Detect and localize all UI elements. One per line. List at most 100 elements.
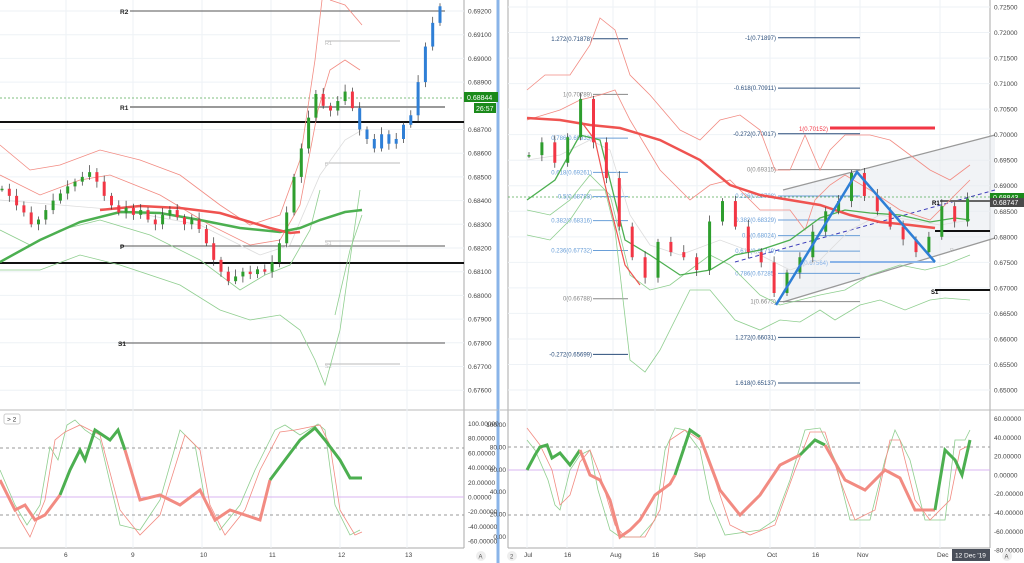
candle-body (197, 219, 201, 230)
right-x-tick: 16 (812, 552, 820, 559)
right-osc-left-tick: 80.00 (490, 444, 507, 451)
candle-body (540, 142, 544, 156)
fib-a-label: 0(0.66788) (563, 297, 592, 303)
candle-body (630, 226, 634, 258)
right-x-tick: Jul (524, 552, 533, 559)
left-x-tick: 12 (338, 552, 346, 559)
right-y-tick: 0.65000 (994, 388, 1018, 395)
right-auto-scale-label: A (1005, 555, 1009, 561)
candle-body (527, 155, 531, 157)
candle-body (110, 195, 113, 206)
candle-body (438, 6, 442, 23)
right-osc-left-tick: 40.00 (490, 489, 507, 496)
candle-body (80, 176, 84, 182)
candle-body (248, 271, 252, 275)
right-osc-tick: -60.00000 (994, 529, 1024, 536)
candle-body (139, 210, 143, 215)
candle-body (204, 229, 208, 244)
right-y-tick: 0.71000 (994, 81, 1018, 88)
right-osc-left-tick: 0.00 (493, 534, 506, 541)
left-y-tick: 0.68000 (468, 293, 492, 300)
candle-body (88, 172, 92, 177)
right-y-tick: 0.72500 (994, 5, 1018, 12)
right-osc-tick: -40.00000 (994, 510, 1024, 517)
fib-b-label: 1.272(0.66031) (735, 335, 776, 341)
candle-body (44, 210, 48, 220)
candle-body (336, 101, 340, 111)
left-osc-tick: 60.00000 (468, 450, 495, 457)
candle-body (372, 138, 376, 149)
candle-body (0, 188, 4, 191)
candle-body (566, 137, 570, 163)
candle-body (682, 252, 686, 258)
candle-body (579, 98, 583, 138)
candle-body (901, 226, 905, 240)
candle-body (219, 259, 223, 272)
candle-body (299, 148, 303, 177)
left-osc-tick: 80.00000 (468, 436, 495, 443)
fib-a-label: 0.236(0.67732) (551, 249, 592, 255)
right-osc-tick: 0.00000 (994, 472, 1018, 479)
candle-body (358, 108, 362, 130)
fib-c-label-1: 1(0.70152) (799, 127, 828, 133)
candle-body (146, 210, 150, 220)
candle-body (292, 176, 296, 213)
candle-body (329, 105, 332, 111)
candle-body (131, 207, 135, 215)
candle-body (7, 188, 11, 196)
right-osc-left-tick: 100.00 (486, 422, 506, 429)
candle-body (153, 219, 157, 225)
candle-body (409, 115, 413, 125)
candle-body (102, 181, 106, 196)
right-y-tick: 0.67500 (994, 260, 1018, 267)
label-r2: R2 (120, 9, 129, 16)
left-x-tick: 13 (405, 552, 413, 559)
left-y-tick: 0.67700 (468, 364, 492, 371)
left-panel (0, 0, 498, 563)
fib-b-label: 1(0.6673) (750, 300, 776, 306)
right-osc-tick: -20.00000 (994, 491, 1024, 498)
candle-body (124, 207, 128, 213)
collapse-indicator-label: > 2 (7, 417, 17, 424)
candle-body (402, 124, 405, 139)
fib-a-label: 1(0.70789) (563, 92, 592, 98)
candle-body (270, 262, 274, 272)
left-osc-tick: 20.00000 (468, 480, 495, 487)
label-p: P (120, 244, 125, 251)
candle-body (256, 269, 259, 275)
candle-body (321, 93, 325, 106)
right-x-tick: Dec (937, 552, 949, 559)
candle-body (183, 217, 186, 225)
candle-body (226, 271, 230, 282)
fib-b-label: -0.618(0.70911) (734, 86, 776, 92)
candle-body (656, 241, 660, 278)
right-x-tick: 16 (564, 552, 572, 559)
right-osc-tick: 20.00000 (994, 454, 1021, 461)
candle-body (365, 129, 369, 139)
candle-body (380, 134, 384, 149)
candle-body (22, 205, 26, 213)
right-oscillator (508, 427, 990, 540)
left-auto-scale-label: A (479, 555, 483, 561)
right-y-tick: 0.66500 (994, 311, 1018, 318)
left-y-tick: 0.69000 (468, 56, 492, 63)
candle-body (953, 206, 957, 222)
candle-body (416, 82, 420, 116)
candle-body (617, 178, 621, 227)
left-y-tick: 0.67800 (468, 340, 492, 347)
candle-body (241, 271, 245, 277)
left-x-tick: 10 (200, 552, 208, 559)
right-x-tick: 16 (652, 552, 660, 559)
label-r1: R1 (120, 105, 129, 112)
right-y-tick: 0.68500 (994, 209, 1018, 216)
candle-body (759, 252, 763, 263)
right-y-tick: 0.70500 (994, 107, 1018, 114)
chart-canvas[interactable]: R2 R1 P S1 R1 P S1 S2 0.692000.691000.69… (0, 0, 1024, 563)
candle-body (37, 219, 40, 225)
countdown-text: 26:57 (476, 106, 494, 113)
fib-a-label: 0.382(0.68316) (551, 219, 592, 225)
candle-body (73, 181, 77, 187)
candle-body (263, 269, 267, 272)
candle-body (285, 212, 289, 244)
candle-body (175, 210, 179, 218)
